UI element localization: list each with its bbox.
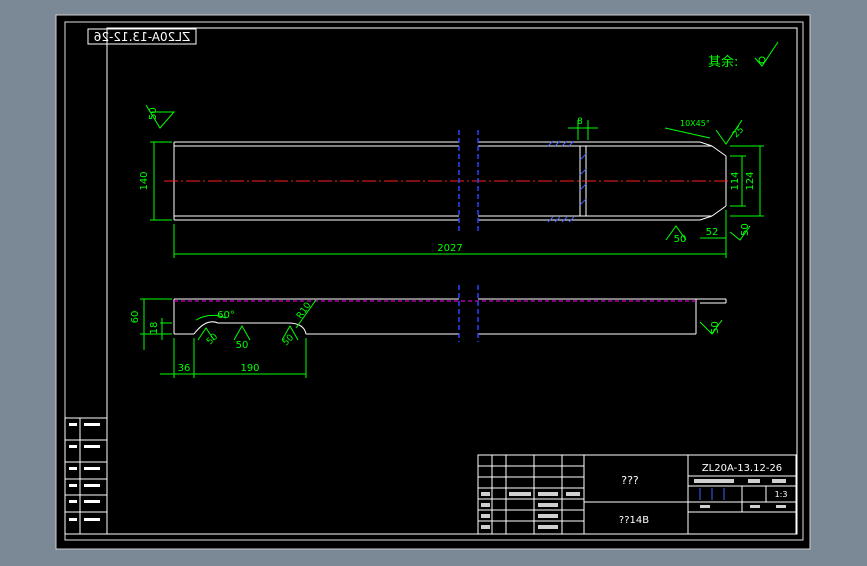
roughness-label-1: 50 xyxy=(148,107,159,120)
roughness-label-2: 50 xyxy=(674,234,687,245)
dim-outer-height: 124 xyxy=(745,171,756,190)
dim-inner-height: 114 xyxy=(730,171,741,190)
title-material: ??14B xyxy=(619,515,649,526)
roughness-label-3: 50 xyxy=(740,223,751,236)
dim-height: 140 xyxy=(139,171,150,190)
dim-slot-depth: 18 xyxy=(149,322,160,335)
surface-note: 其余: xyxy=(708,54,738,70)
roughness-label-8: 50 xyxy=(710,321,721,334)
roughness-label-6: 50 xyxy=(236,340,249,351)
title-drawing-number: ZL20A-13.12-26 xyxy=(702,463,782,474)
title-scale: 1:3 xyxy=(775,490,788,499)
mirrored-drawing-number: ZL20A-13.12-26 xyxy=(94,30,190,44)
drawing-sheet xyxy=(55,14,811,550)
dim-angle: 60° xyxy=(217,310,235,321)
dim-chamfer: 10X45° xyxy=(680,119,710,128)
dim-web: 8 xyxy=(577,117,583,127)
dim-slot-pos: 190 xyxy=(240,363,259,374)
dim-offset: 52 xyxy=(706,227,719,238)
dim-edge-offset: 36 xyxy=(178,363,191,374)
dim-side-height: 60 xyxy=(130,311,141,324)
drawing-canvas: ZL20A-13.12-26 其余: 140 2027 114 124 52 8… xyxy=(55,14,811,550)
dim-total-length: 2027 xyxy=(437,243,462,254)
cad-viewport: ZL20A-13.12-26 其余: 140 2027 114 124 52 8… xyxy=(0,0,867,562)
title-part-name: ??? xyxy=(621,474,639,487)
